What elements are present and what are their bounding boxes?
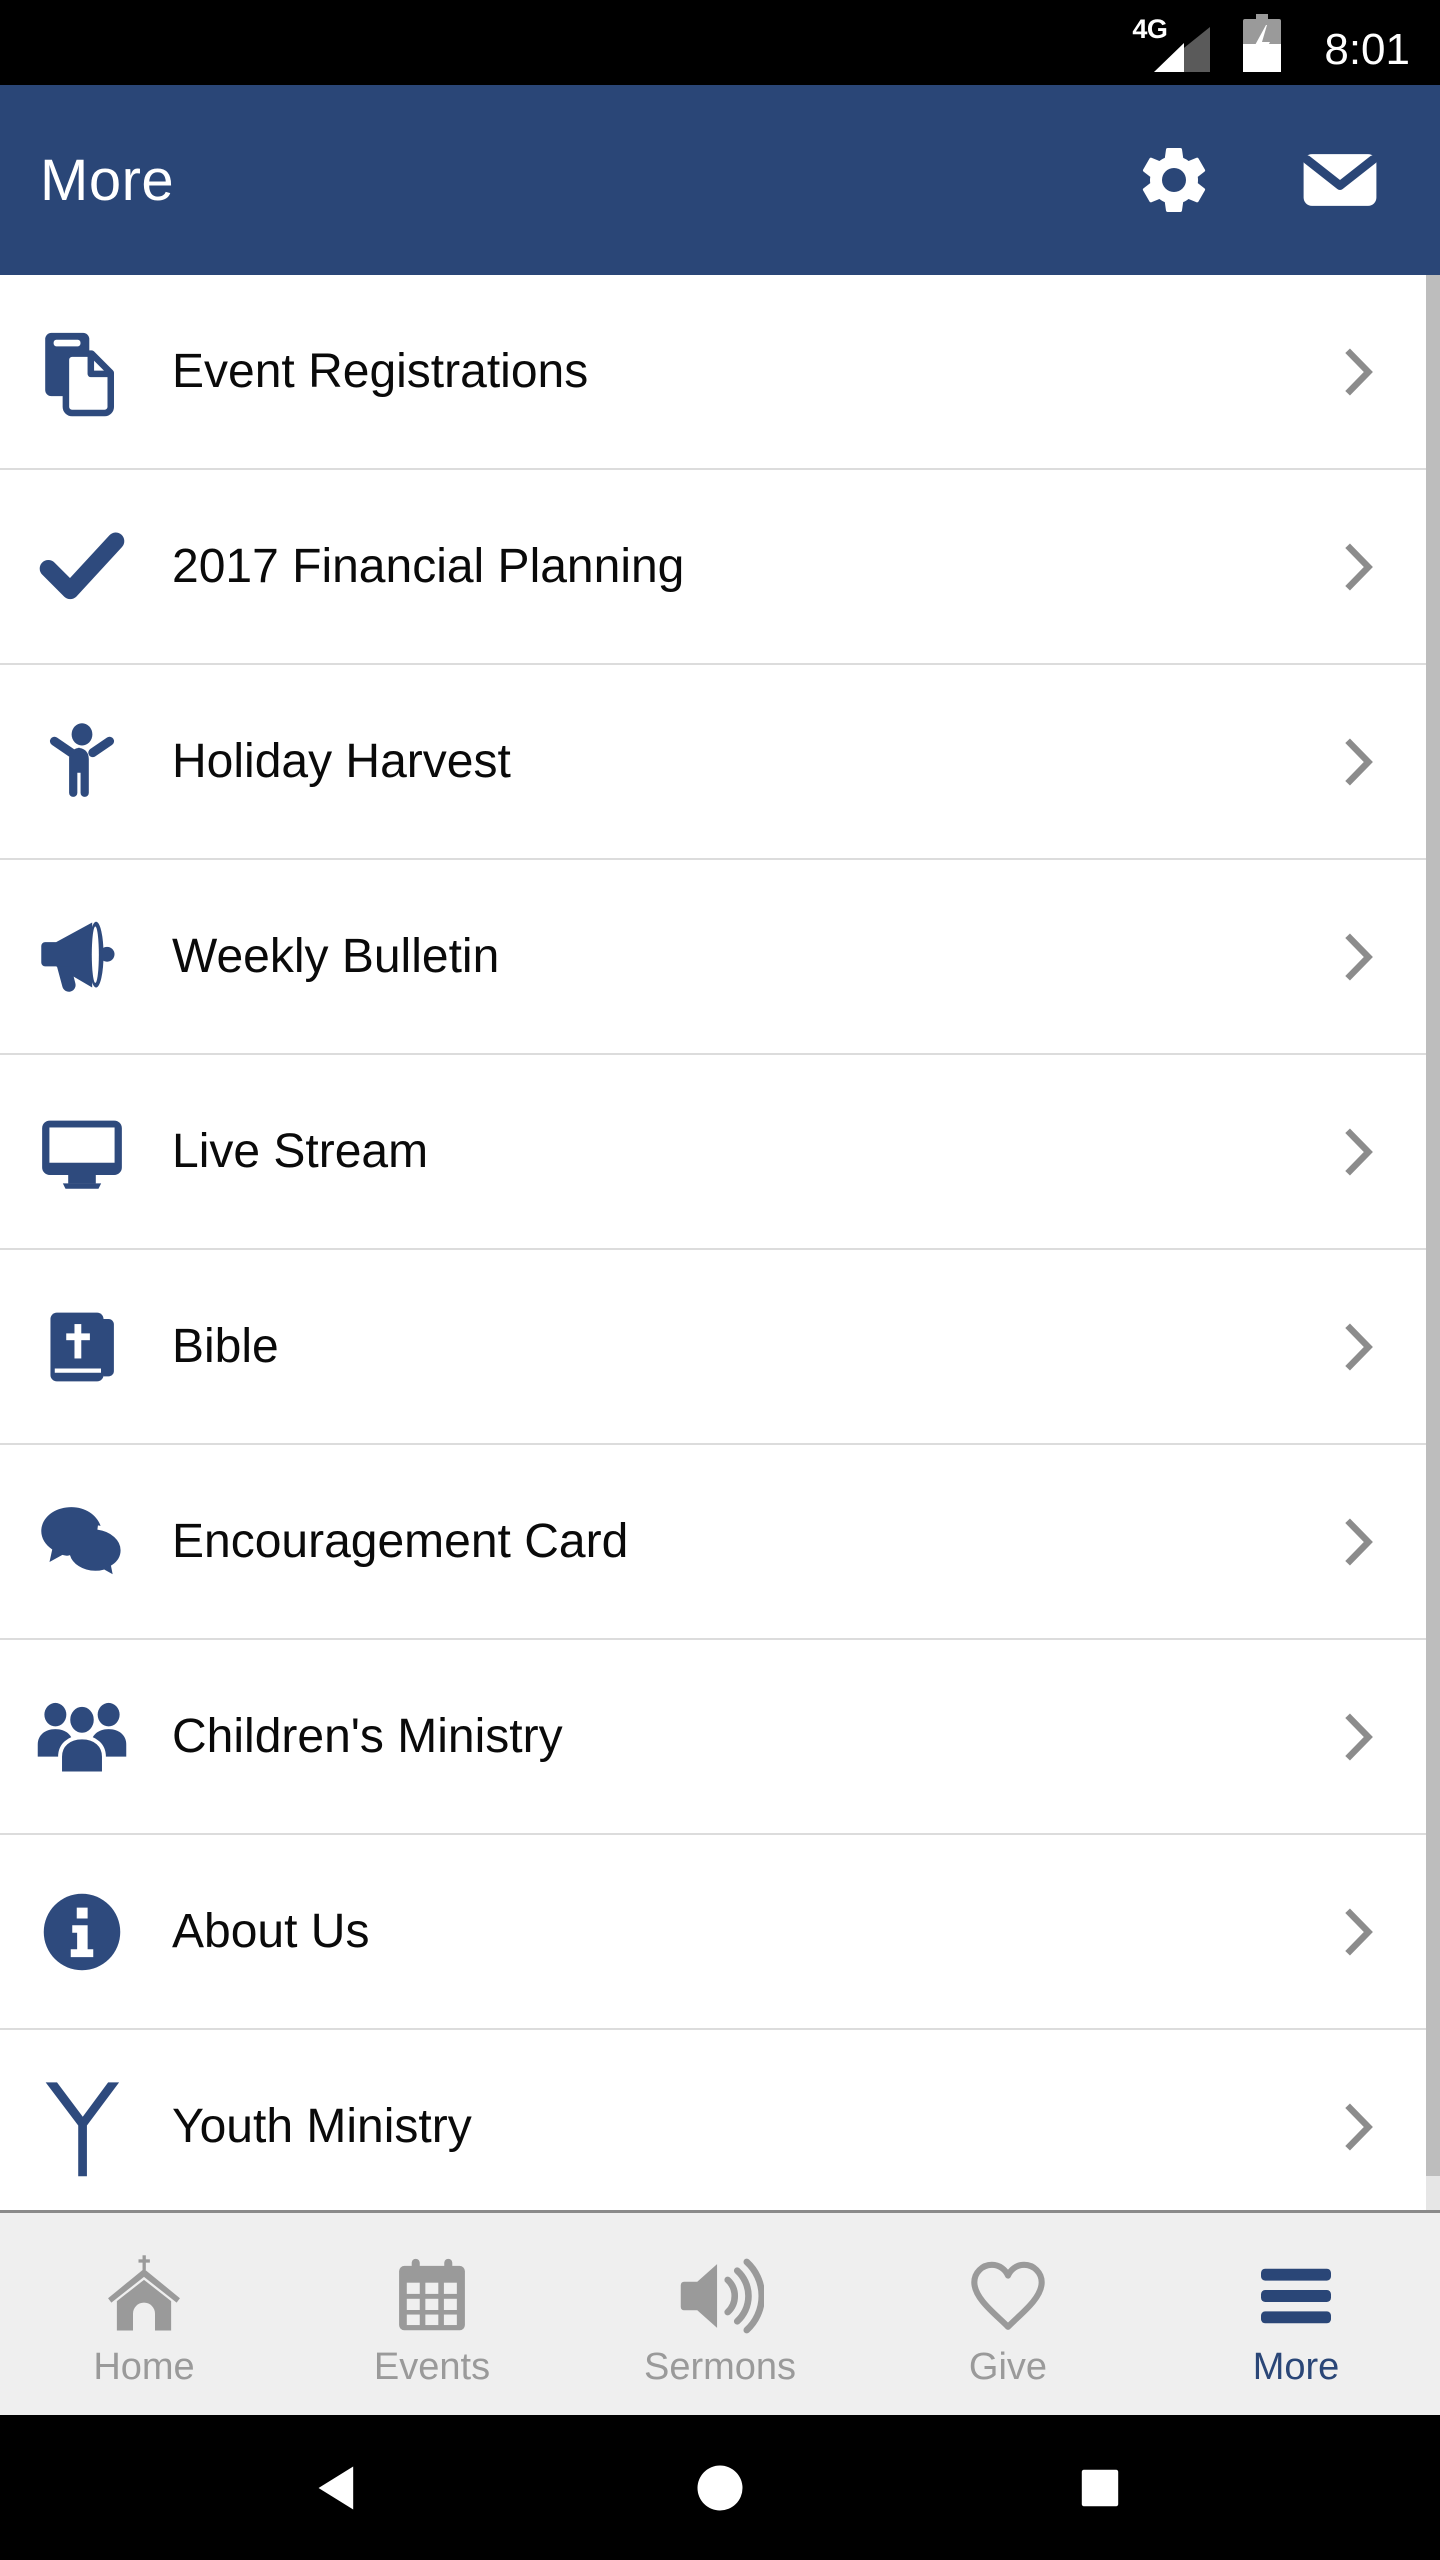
list-item[interactable]: 2017 Financial Planning — [0, 470, 1440, 665]
speaker-volume-icon — [676, 2250, 764, 2342]
letter-y-icon — [34, 2072, 130, 2182]
signal-bars-icon: 4G — [1132, 14, 1211, 72]
tab-give[interactable]: Give — [864, 2213, 1152, 2415]
tab-label: Give — [968, 2346, 1048, 2388]
tab-sermons[interactable]: Sermons — [576, 2213, 864, 2415]
android-navigation-bar — [0, 2415, 1440, 2560]
people-group-icon — [34, 1682, 130, 1792]
list-item[interactable]: Weekly Bulletin — [0, 860, 1440, 1055]
list-item-label: Bible — [172, 1320, 279, 1373]
settings-button[interactable] — [1132, 138, 1216, 222]
heart-outline-icon — [965, 2250, 1051, 2342]
monitor-icon — [34, 1097, 130, 1207]
messages-button[interactable] — [1298, 138, 1382, 222]
list-item[interactable]: About Us — [0, 1835, 1440, 2030]
envelope-icon — [1302, 154, 1378, 206]
megaphone-icon — [34, 902, 130, 1012]
list-item[interactable]: Bible — [0, 1250, 1440, 1445]
more-menu-list-container: Event Registrations 2017 Financial Planni… — [0, 275, 1440, 2210]
list-item[interactable]: Live Stream — [0, 1055, 1440, 1250]
app-header-bar: More — [0, 85, 1440, 275]
list-item-label: Encouragement Card — [172, 1515, 629, 1568]
phone-screen: 4G 8:01 More Event Registrations 2017 Fi… — [0, 0, 1440, 2560]
list-item-label: Live Stream — [172, 1125, 429, 1178]
list-item-label: 2017 Financial Planning — [172, 540, 685, 593]
chevron-right-icon[interactable] — [1328, 1512, 1388, 1572]
tab-label: Home — [93, 2346, 195, 2388]
status-bar: 4G 8:01 — [0, 0, 1440, 85]
list-item[interactable]: Youth Ministry — [0, 2030, 1440, 2210]
android-back-button[interactable] — [285, 2433, 395, 2543]
tab-events[interactable]: Events — [288, 2213, 576, 2415]
church-icon — [100, 2250, 188, 2342]
list-item-label: About Us — [172, 1905, 370, 1958]
chevron-right-icon[interactable] — [1328, 2097, 1388, 2157]
list-item-label: Youth Ministry — [172, 2100, 472, 2153]
battery-charging-icon — [1240, 13, 1284, 72]
list-item[interactable]: Holiday Harvest — [0, 665, 1440, 860]
speech-bubbles-icon — [34, 1487, 130, 1597]
header-actions — [1132, 138, 1400, 222]
chevron-right-icon[interactable] — [1328, 342, 1388, 402]
bible-book-icon — [34, 1292, 130, 1402]
bottom-tab-bar: Home Events Sermons Give More — [0, 2210, 1440, 2415]
tab-label: Events — [373, 2346, 491, 2388]
checkmark-icon — [34, 512, 130, 622]
android-recents-button[interactable] — [1045, 2433, 1155, 2543]
gear-icon — [1142, 147, 1206, 212]
chevron-right-icon[interactable] — [1328, 1707, 1388, 1767]
vertical-scrollbar[interactable] — [1426, 275, 1440, 2210]
tab-label: More — [1252, 2346, 1340, 2388]
page-title: More — [40, 147, 175, 213]
list-item-label: Children's Ministry — [172, 1710, 563, 1763]
list-item-label: Event Registrations — [172, 345, 589, 398]
tab-label: Sermons — [643, 2346, 797, 2388]
info-circle-icon — [34, 1877, 130, 1987]
square-recents-icon — [1081, 2469, 1119, 2506]
android-home-button[interactable] — [665, 2433, 775, 2543]
list-item[interactable]: Event Registrations — [0, 275, 1440, 470]
chevron-right-icon[interactable] — [1328, 732, 1388, 792]
person-raised-arms-icon — [34, 707, 130, 817]
documents-copy-icon — [34, 317, 130, 427]
chevron-right-icon[interactable] — [1328, 537, 1388, 597]
list-item[interactable]: Encouragement Card — [0, 1445, 1440, 1640]
scrollbar-thumb[interactable] — [1426, 275, 1440, 2176]
more-menu-list: Event Registrations 2017 Financial Planni… — [0, 275, 1440, 2210]
chevron-right-icon[interactable] — [1328, 1122, 1388, 1182]
tab-more[interactable]: More — [1152, 2213, 1440, 2415]
chevron-right-icon[interactable] — [1328, 927, 1388, 987]
hamburger-menu-icon — [1253, 2250, 1339, 2342]
triangle-back-icon — [318, 2466, 354, 2509]
list-item[interactable]: Children's Ministry — [0, 1640, 1440, 1835]
chevron-right-icon[interactable] — [1328, 1902, 1388, 1962]
chevron-right-icon[interactable] — [1328, 1317, 1388, 1377]
status-bar-indicators: 4G 8:01 — [1132, 13, 1410, 74]
list-item-label: Holiday Harvest — [172, 735, 511, 788]
calendar-icon — [390, 2250, 474, 2342]
circle-home-icon — [697, 2465, 743, 2510]
clock-time: 8:01 — [1324, 24, 1410, 74]
tab-home[interactable]: Home — [0, 2213, 288, 2415]
signal-triangle-icon — [1154, 26, 1211, 72]
list-item-label: Weekly Bulletin — [172, 930, 500, 983]
